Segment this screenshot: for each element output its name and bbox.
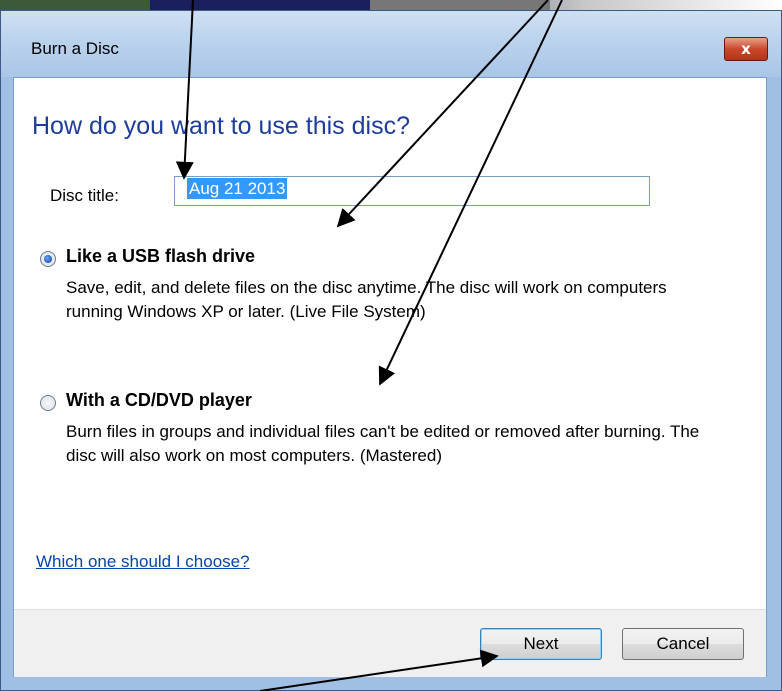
option-cd-dvd-player-description: Burn files in groups and individual file… (66, 422, 700, 465)
page-title: How do you want to use this disc? (32, 112, 410, 140)
disc-title-input[interactable]: Aug 21 2013 (174, 176, 650, 206)
cancel-button[interactable]: Cancel (622, 628, 744, 660)
option-usb-flash-drive-title[interactable]: Like a USB flash drive (66, 246, 255, 267)
option-usb-flash-drive-description: Save, edit, and delete files on the disc… (66, 278, 667, 321)
disc-title-label: Disc title: (50, 186, 119, 205)
disc-title-value: Aug 21 2013 (187, 178, 288, 199)
close-button[interactable]: x (724, 37, 768, 61)
option-cd-dvd-player-title[interactable]: With a CD/DVD player (66, 390, 252, 411)
radio-cd-dvd-player[interactable] (40, 395, 56, 411)
radio-usb-flash-drive[interactable] (40, 251, 56, 267)
title-bar[interactable]: Burn a Disc x (1, 11, 781, 77)
help-link[interactable]: Which one should I choose? (36, 552, 250, 572)
window-title: Burn a Disc (31, 39, 119, 58)
dialog-content: How do you want to use this disc? Disc t… (13, 77, 767, 677)
close-icon: x (741, 40, 751, 58)
next-button[interactable]: Next (480, 628, 602, 660)
dialog-footer: Next Cancel (14, 609, 766, 677)
burn-disc-dialog: Burn a Disc x How do you want to use thi… (0, 10, 782, 691)
